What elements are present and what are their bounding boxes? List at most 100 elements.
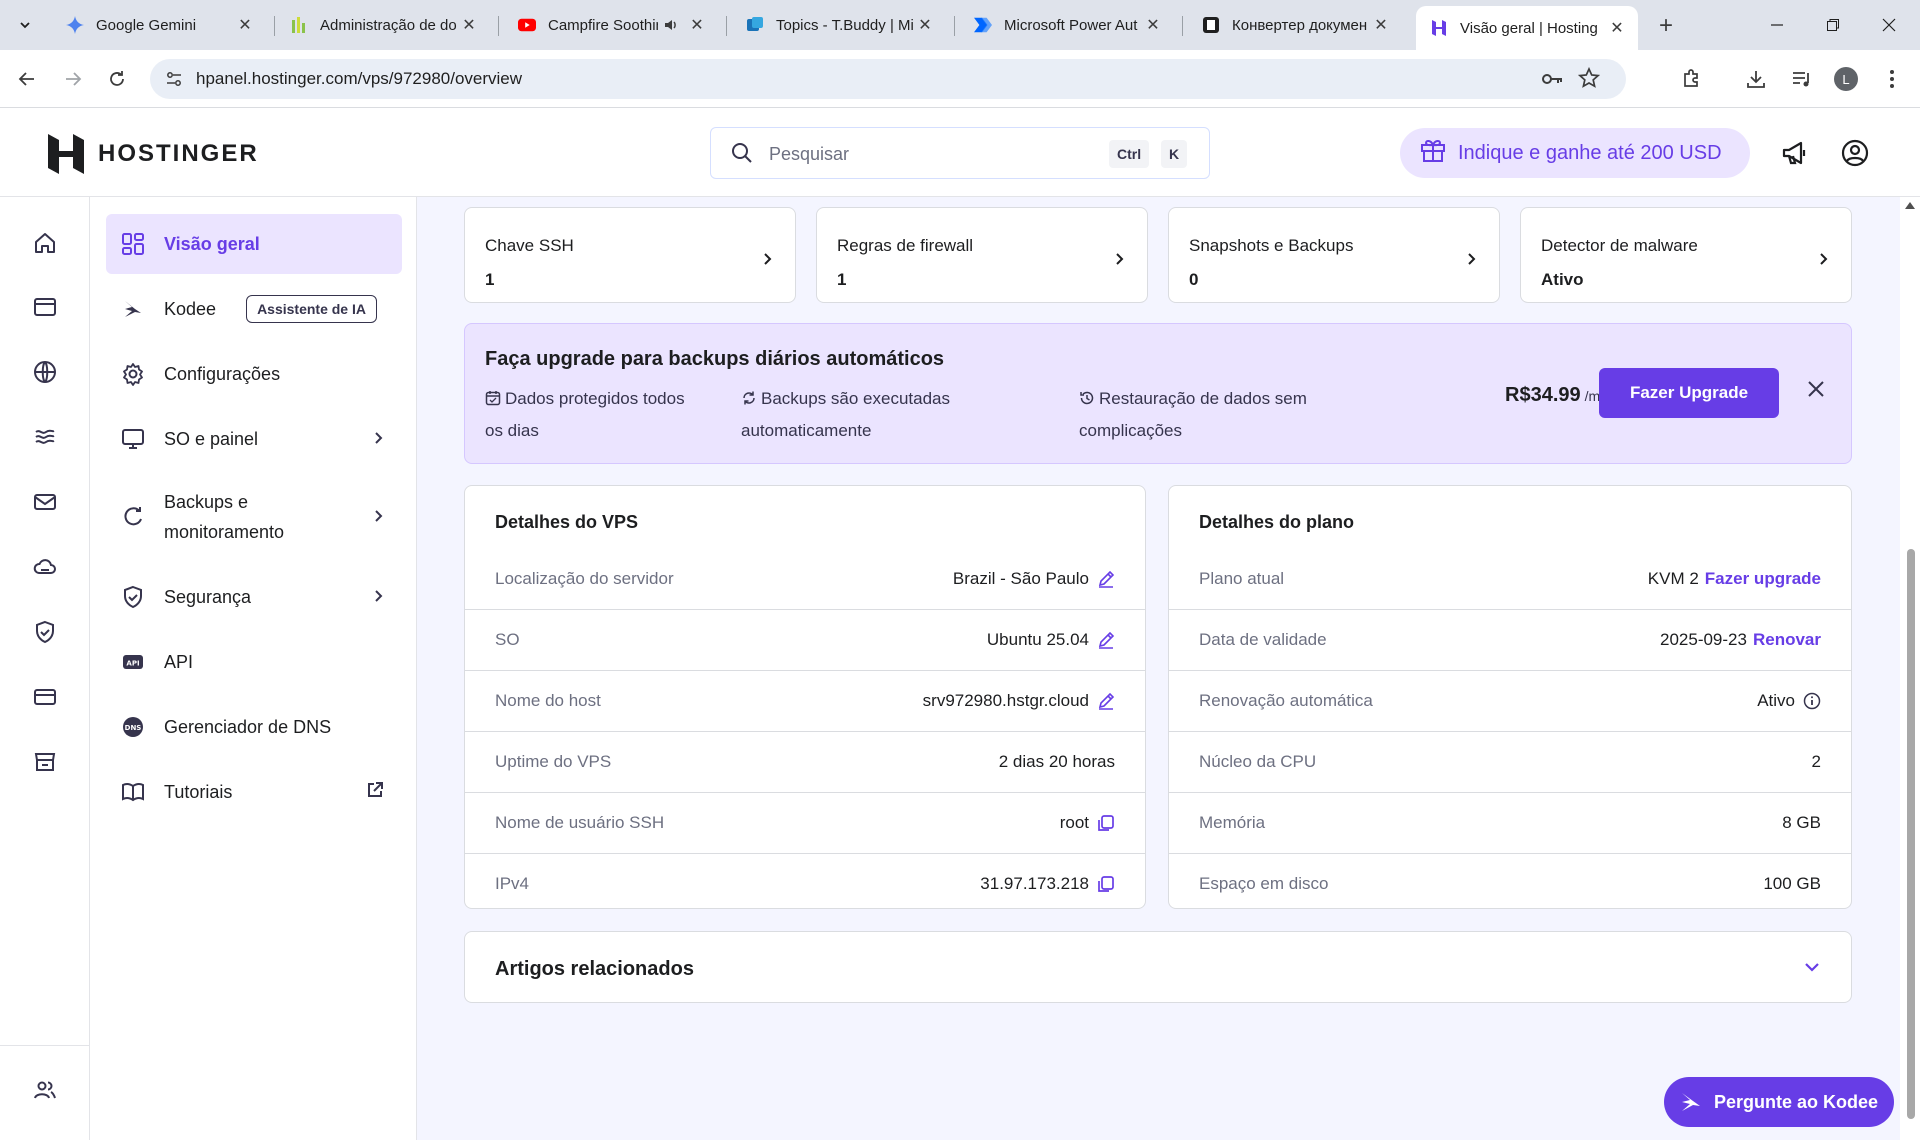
stat-value: 1 xyxy=(485,270,495,289)
marketplace-icon[interactable] xyxy=(30,747,60,777)
edit-pencil-icon[interactable] xyxy=(1097,692,1115,710)
security-shield-icon[interactable] xyxy=(30,617,60,647)
address-bar[interactable]: hpanel.hostinger.com/vps/972980/overview xyxy=(150,59,1626,99)
detail-value: 2025-09-23 xyxy=(1660,630,1747,649)
menu-item-label: SO e painel xyxy=(164,428,259,449)
menu-item-tutorials[interactable]: Tutoriais xyxy=(106,762,402,822)
browser-tab[interactable]: Google Gemini ✕ xyxy=(52,6,266,44)
reload-icon[interactable] xyxy=(102,64,132,94)
stat-card-ssh-key[interactable]: Chave SSH 1 xyxy=(464,207,796,303)
menu-item-api[interactable]: API API xyxy=(106,632,402,692)
menu-item-backups[interactable]: Backups e monitoramento xyxy=(106,474,402,560)
related-articles-accordion[interactable]: Artigos relacionados xyxy=(464,931,1852,1003)
gear-icon xyxy=(120,361,146,387)
page-scrollbar[interactable] xyxy=(1900,197,1920,1140)
menu-item-settings[interactable]: Configurações xyxy=(106,344,402,404)
browser-tab[interactable]: Microsoft Power Aut ✕ xyxy=(960,6,1174,44)
tab-close-icon[interactable]: ✕ xyxy=(1370,14,1392,36)
email-icon[interactable] xyxy=(30,487,60,517)
chevron-right-icon xyxy=(374,429,384,450)
menu-item-label: Backups e monitoramento xyxy=(164,492,285,542)
menu-item-security[interactable]: Segurança xyxy=(106,567,402,627)
edit-pencil-icon[interactable] xyxy=(1097,631,1115,649)
back-icon[interactable] xyxy=(12,64,42,94)
speaker-icon[interactable] xyxy=(662,16,680,34)
renew-link[interactable]: Renovar xyxy=(1753,630,1821,650)
account-icon[interactable] xyxy=(1840,138,1870,168)
stat-value: 0 xyxy=(1189,270,1199,289)
upgrade-button[interactable]: Fazer Upgrade xyxy=(1599,368,1779,418)
password-key-icon[interactable] xyxy=(1540,67,1564,96)
media-control-icon[interactable] xyxy=(1786,63,1818,95)
stat-card-snapshots[interactable]: Snapshots e Backups 0 xyxy=(1168,207,1500,303)
close-icon[interactable] xyxy=(1807,380,1825,403)
tab-close-icon[interactable]: ✕ xyxy=(914,14,936,36)
horizons-icon[interactable] xyxy=(30,422,60,452)
edit-pencil-icon[interactable] xyxy=(1097,570,1115,588)
banner-feature: Restauração de dados sem complicações xyxy=(1079,384,1359,446)
youtube-icon xyxy=(518,16,536,34)
menu-item-overview[interactable]: Visão geral xyxy=(106,214,402,274)
home-icon[interactable] xyxy=(30,228,60,258)
bookmark-star-icon[interactable] xyxy=(1577,66,1601,94)
restore-icon[interactable] xyxy=(1818,10,1848,40)
browser-tab[interactable]: Topics - T.Buddy | Mi ✕ xyxy=(732,6,946,44)
tab-close-icon[interactable]: ✕ xyxy=(234,14,256,36)
feature-text-line: automaticamente xyxy=(741,421,872,440)
copy-icon[interactable] xyxy=(1097,814,1115,832)
browser-tab[interactable]: Campfire Soothin ✕ xyxy=(504,6,718,44)
minimize-icon[interactable] xyxy=(1762,10,1792,40)
detail-value: 2 dias 20 horas xyxy=(998,752,1115,771)
card-title: Detalhes do VPS xyxy=(495,512,639,532)
upgrade-plan-link[interactable]: Fazer upgrade xyxy=(1705,569,1821,589)
megaphone-icon[interactable] xyxy=(1780,138,1810,168)
menu-item-os-panel[interactable]: SO e painel xyxy=(106,409,402,469)
site-info-icon[interactable] xyxy=(164,69,184,89)
detail-row: Espaço em disco 100 GB xyxy=(1169,854,1851,915)
ask-kodee-button[interactable]: Pergunte ao Kodee xyxy=(1664,1077,1894,1127)
detail-key: Nome de usuário SSH xyxy=(495,813,665,832)
browser-tab-active[interactable]: Visão geral | Hosting ✕ xyxy=(1416,6,1638,50)
tab-close-icon[interactable]: ✕ xyxy=(458,14,480,36)
websites-icon[interactable] xyxy=(30,292,60,322)
kodee-icon xyxy=(120,296,146,322)
browser-tab[interactable]: Конвертер докумен ✕ xyxy=(1188,6,1402,44)
menu-item-kodee[interactable]: Kodee Assistente de IA xyxy=(106,279,402,339)
menu-item-dns[interactable]: DNS Gerenciador de DNS xyxy=(106,697,402,757)
browser-toolbar: hpanel.hostinger.com/vps/972980/overview… xyxy=(0,50,1920,108)
monitor-icon xyxy=(120,426,146,452)
tab-search-dropdown-icon[interactable] xyxy=(10,11,40,39)
converter-icon xyxy=(1202,16,1220,34)
copy-icon[interactable] xyxy=(1097,875,1115,893)
extensions-icon[interactable] xyxy=(1676,63,1708,95)
tab-close-icon[interactable]: ✕ xyxy=(1142,14,1164,36)
stat-card-firewall[interactable]: Regras de firewall 1 xyxy=(816,207,1148,303)
gemini-icon xyxy=(66,16,84,34)
tab-close-icon[interactable]: ✕ xyxy=(1606,17,1628,39)
referral-button[interactable]: Indique e ganhe até 200 USD xyxy=(1400,128,1750,178)
team-icon[interactable] xyxy=(30,1075,60,1105)
close-window-icon[interactable] xyxy=(1874,10,1904,40)
calendar-icon xyxy=(485,386,501,416)
stat-card-malware[interactable]: Detector de malware Ativo xyxy=(1520,207,1852,303)
forward-icon[interactable] xyxy=(58,64,88,94)
hostinger-logo[interactable]: HOSTINGER xyxy=(48,134,259,174)
tab-close-icon[interactable]: ✕ xyxy=(686,14,708,36)
vps-cloud-icon[interactable] xyxy=(30,552,60,582)
browser-menu-icon[interactable] xyxy=(1876,63,1908,95)
detail-row: Plano atual KVM 2 Fazer upgrade xyxy=(1169,549,1851,610)
external-link-icon xyxy=(366,781,384,804)
billing-card-icon[interactable] xyxy=(30,682,60,712)
tab-title: Microsoft Power Aut xyxy=(1004,16,1138,34)
vps-side-menu: Visão geral Kodee Assistente de IA Confi… xyxy=(90,197,417,1140)
detail-key: Uptime do VPS xyxy=(495,752,612,771)
new-tab-button[interactable]: + xyxy=(1652,12,1680,40)
globe-icon[interactable] xyxy=(30,357,60,387)
profile-avatar[interactable]: L xyxy=(1834,67,1858,91)
search-input[interactable]: Pesquisar Ctrl K xyxy=(710,127,1210,179)
download-icon[interactable] xyxy=(1740,63,1772,95)
info-icon[interactable] xyxy=(1803,692,1821,710)
browser-tab[interactable]: Administração de do ✕ xyxy=(276,6,490,44)
scrollbar-thumb[interactable] xyxy=(1907,549,1915,1119)
scroll-up-arrow-icon[interactable] xyxy=(1905,202,1915,209)
